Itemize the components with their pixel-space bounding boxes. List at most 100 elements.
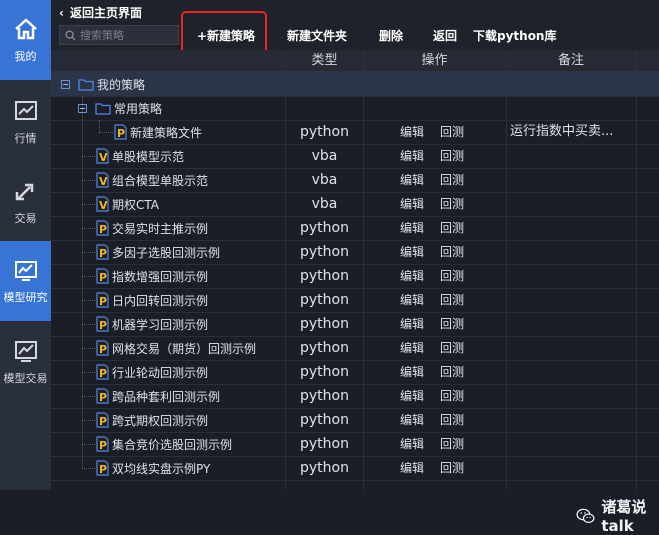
backtest-button[interactable]: 回测: [440, 192, 464, 216]
edit-button[interactable]: 编辑: [400, 408, 424, 432]
new-strategy-highlight-box: [181, 11, 267, 55]
edit-button[interactable]: 编辑: [400, 288, 424, 312]
edit-button[interactable]: 编辑: [400, 360, 424, 384]
backtest-button[interactable]: 回测: [440, 456, 464, 480]
table-row[interactable]: P 双均线实盘示例PY python 编辑 回测: [51, 456, 659, 481]
backtest-button[interactable]: 回测: [440, 408, 464, 432]
backtest-button[interactable]: 回测: [440, 384, 464, 408]
table-row[interactable]: P 网格交易（期货）回测示例 python 编辑 回测: [51, 336, 659, 361]
table-row[interactable]: P 集合竞价选股回测示例 python 编辑 回测: [51, 432, 659, 457]
strategy-name-cell: V 组合模型单股示范: [96, 168, 208, 192]
back-to-home-label: 返回主页界面: [69, 6, 142, 20]
table-row[interactable]: P 机器学习回测示例 python 编辑 回测: [51, 312, 659, 337]
edit-button[interactable]: 编辑: [400, 432, 424, 456]
search-icon: [65, 29, 76, 41]
table-row[interactable]: P 交易实时主推示例 python 编辑 回测: [51, 216, 659, 241]
table-row[interactable]: V 单股模型示范 vba 编辑 回测: [51, 144, 659, 169]
backtest-button[interactable]: 回测: [440, 432, 464, 456]
edit-button[interactable]: 编辑: [400, 384, 424, 408]
tree-guide-line: [99, 132, 113, 134]
edit-button[interactable]: 编辑: [400, 264, 424, 288]
tree-folder-row[interactable]: 我的策略: [51, 72, 659, 97]
table-row[interactable]: P 日内回转回测示例 python 编辑 回测: [51, 288, 659, 313]
table-row[interactable]: P 行业轮动回测示例 python 编辑 回测: [51, 360, 659, 385]
back-to-home-link[interactable]: ‹ 返回主页界面: [59, 4, 142, 21]
edit-button[interactable]: 编辑: [400, 456, 424, 480]
back-button[interactable]: 返回: [433, 27, 457, 44]
backtest-button[interactable]: 回测: [440, 288, 464, 312]
strategy-type: python: [300, 220, 349, 236]
table-row[interactable]: P 跨品种套利回测示例 python 编辑 回测: [51, 384, 659, 409]
edit-button[interactable]: 编辑: [400, 168, 424, 192]
sidebar-item-trade[interactable]: 交易: [0, 162, 51, 242]
toolbar: ‹返回主页界面 +新建策略 新建文件夹 删除 返回 下载python库: [51, 0, 659, 50]
backtest-button[interactable]: 回测: [440, 312, 464, 336]
strategy-name: 跨式期权回测示例: [112, 413, 209, 428]
tree-guide-line: [82, 324, 95, 326]
file-type-letter: P: [99, 439, 107, 452]
edit-button[interactable]: 编辑: [400, 144, 424, 168]
file-type-letter: P: [99, 247, 107, 260]
vba-file-icon: V: [96, 148, 109, 164]
search-input[interactable]: [80, 28, 175, 42]
sidebar-item-mine[interactable]: 我的: [0, 0, 51, 80]
backtest-button[interactable]: 回测: [440, 240, 464, 264]
backtest-button[interactable]: 回测: [440, 168, 464, 192]
model-trade-icon: [14, 341, 37, 362]
strategy-name-cell: P 交易实时主推示例: [96, 216, 208, 240]
sidebar-item-label: 模型研究: [3, 291, 48, 304]
strategy-name-cell: V 单股模型示范: [96, 144, 184, 168]
backtest-button[interactable]: 回测: [440, 360, 464, 384]
backtest-button[interactable]: 回测: [440, 144, 464, 168]
table-row[interactable]: V 期权CTA vba 编辑 回测: [51, 192, 659, 217]
strategy-type: python: [300, 436, 349, 452]
backtest-button[interactable]: 回测: [440, 336, 464, 360]
strategy-name: 多因子选股回测示例: [112, 245, 221, 260]
strategy-type: python: [300, 340, 349, 356]
edit-button[interactable]: 编辑: [400, 216, 424, 240]
sidebar-item-market[interactable]: 行情: [0, 82, 51, 162]
sidebar-item-model-trade[interactable]: 模型交易: [0, 322, 51, 402]
sidebar-item-label: 行情: [14, 132, 37, 145]
strategy-name: 期权CTA: [112, 197, 159, 212]
table-header: 类型 操作 备注: [51, 50, 659, 72]
delete-button[interactable]: 删除: [379, 27, 403, 44]
table-row[interactable]: P 跨式期权回测示例 python 编辑 回测: [51, 408, 659, 433]
strategy-type: python: [300, 124, 349, 140]
collapse-icon[interactable]: [61, 79, 70, 89]
python-file-icon: P: [96, 460, 109, 476]
new-folder-button[interactable]: 新建文件夹: [287, 27, 347, 44]
file-type-letter: P: [117, 127, 125, 140]
sidebar-item-label: 我的: [14, 50, 37, 63]
strategy-name: 新建策略文件: [130, 125, 203, 140]
edit-button[interactable]: 编辑: [400, 312, 424, 336]
edit-button[interactable]: 编辑: [400, 192, 424, 216]
edit-button[interactable]: 编辑: [400, 240, 424, 264]
strategy-name-cell: P 双均线实盘示例PY: [96, 456, 210, 480]
python-file-icon: P: [96, 268, 109, 284]
python-file-icon: P: [96, 436, 109, 452]
edit-button[interactable]: 编辑: [400, 336, 424, 360]
file-type-letter: P: [99, 415, 107, 428]
home-icon: [14, 18, 37, 40]
edit-button[interactable]: 编辑: [400, 120, 424, 144]
column-header-type: 类型: [311, 53, 338, 68]
sidebar-item-model-research[interactable]: 模型研究: [0, 241, 51, 321]
sidebar-item-label: 交易: [14, 212, 37, 225]
backtest-button[interactable]: 回测: [440, 216, 464, 240]
strategy-type: python: [300, 316, 349, 332]
table-row[interactable]: P 多因子选股回测示例 python 编辑 回测: [51, 240, 659, 265]
strategy-type: vba: [311, 196, 338, 212]
tree-folder-row[interactable]: 常用策略: [51, 96, 659, 121]
tree-guide-line: [82, 372, 95, 374]
backtest-button[interactable]: 回测: [440, 120, 464, 144]
strategy-name: 单股模型示范: [112, 149, 185, 164]
download-python-lib-button[interactable]: 下载python库: [473, 27, 556, 44]
tree-guide-line: [82, 156, 95, 158]
python-file-icon: P: [96, 412, 109, 428]
table-row[interactable]: P 指数增强回测示例 python 编辑 回测: [51, 264, 659, 289]
table-row[interactable]: V 组合模型单股示范 vba 编辑 回测: [51, 168, 659, 193]
backtest-button[interactable]: 回测: [440, 264, 464, 288]
python-file-icon: P: [96, 244, 109, 260]
table-row[interactable]: P 新建策略文件 python 编辑 回测 运行指数中买卖...: [51, 120, 659, 145]
